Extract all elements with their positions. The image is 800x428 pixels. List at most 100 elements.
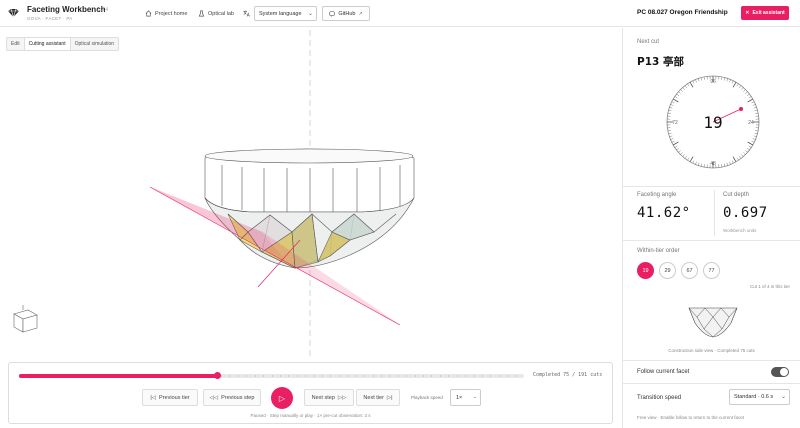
progress-thumb[interactable] [214,372,222,379]
toggle-knob [780,368,788,376]
next-cut-code: P13 亭部 [637,56,684,68]
progress-track[interactable] [19,372,524,379]
next-step-button[interactable]: Next step ▷▷ [304,389,354,406]
app-header: Faceting Workbench 3.3.4 GOVA · FACET · … [0,0,800,27]
order-chip[interactable]: 67 [681,262,698,279]
github-label: GitHub [338,10,356,17]
playback-speed-label: Playback speed [411,395,443,400]
order-chip[interactable]: 29 [659,262,676,279]
cut-details-panel: Next cut P13 亭部 96 24 48 72 19 Faceting … [623,28,800,428]
track-tick [465,375,467,377]
exit-assistant-button[interactable]: ✕ Exit assistant [741,6,789,20]
nav-project-home[interactable]: Project home [145,10,187,17]
progress-fill [19,374,218,378]
transition-speed-select[interactable]: Standard · 0.6 s ⌄ [729,389,790,405]
track-tick [364,375,366,377]
track-tick [288,375,290,377]
track-tick [372,375,374,377]
metric-divider [714,190,715,236]
play-button[interactable]: ▷ [271,387,293,409]
dial-tick-label: 96 [710,79,716,85]
track-tick [296,375,298,377]
nav-optical-lab[interactable]: Optical lab [198,10,234,17]
track-tick [279,375,281,377]
track-tick [431,375,433,377]
follow-facet-label: Follow current facet [637,369,690,375]
app-subtitle: GOVA · FACET · PA [27,16,73,21]
home-icon [145,10,152,17]
next-cut-label: Next cut [637,39,660,45]
order-chip[interactable]: 19 [637,262,654,279]
follow-facet-toggle[interactable] [771,367,789,377]
gem-scene[interactable] [0,28,622,362]
dial-tick-label: 48 [710,161,716,167]
language-select[interactable]: System language ⌄ [254,6,317,21]
track-tick [237,375,239,377]
cut-depth-unit: Workbench units [723,228,757,233]
track-tick [481,375,483,377]
track-tick [246,375,248,377]
track-tick [313,375,315,377]
divider [623,240,800,241]
language-select-value: System language [259,10,302,17]
close-icon: ✕ [745,10,750,16]
track-tick [330,375,332,377]
track-tick [448,375,450,377]
track-tick [380,375,382,377]
completed-count: Completed 75 / 191 cuts [533,372,603,378]
track-tick [490,375,492,377]
order-label: Within-tier order [637,248,680,254]
track-tick [473,375,475,377]
track-tick [271,375,273,377]
flask-icon [198,10,205,17]
translate-icon [243,10,250,17]
track-tick [423,375,424,377]
tab-cutting-assistant[interactable]: Cutting assistant [23,38,71,50]
step-forward-icon: ▷▷ [337,394,347,401]
transition-speed-value: Standard · 0.6 s [734,394,774,400]
github-button[interactable]: GitHub ↗ [322,6,370,21]
playback-controls: Completed 75 / 191 cuts |◁ Previous tier… [8,362,613,424]
next-step-label: Next step [311,394,335,401]
previous-step-button[interactable]: ◁◁ Previous step [203,389,261,406]
playback-status: Paused · Step manually or play · 1× pre-… [250,413,371,418]
next-tier-button[interactable]: Next tier ▷| [356,389,400,406]
track-tick [498,375,500,377]
play-icon: ▷ [278,393,286,403]
tab-edit[interactable]: Edit [7,38,24,50]
track-tick [397,375,399,377]
divider [623,186,800,187]
previous-tier-button[interactable]: |◁ Previous tier [142,389,198,406]
track-tick [221,375,222,377]
divider [623,383,800,384]
track-tick [389,375,391,377]
design-title: PC 08.027 Oregon Friendship [637,9,728,16]
chevron-down-icon: ⌄ [307,11,313,17]
chevron-down-icon: ⌄ [472,394,477,400]
nav-optical-lab-label: Optical lab [208,10,234,17]
track-tick [515,375,517,377]
track-tick [347,375,349,377]
skip-back-icon: |◁ [150,394,157,401]
track-tick [305,375,307,377]
gem-logo-icon [8,8,19,18]
dial-index-value: 19 [703,113,722,132]
free-view-footnote: Free view · Enable follow to return to t… [637,415,745,420]
previous-tier-label: Previous tier [159,394,190,401]
cut-note: Cut 1 of 4 in this tier [749,284,790,289]
tab-optical-simulation[interactable]: Optical simulation [71,38,118,50]
index-dial: 96 24 48 72 19 [666,75,760,169]
github-icon [329,10,335,17]
mode-tabs: Edit Cutting assistant Optical simulatio… [6,37,120,51]
exit-assistant-label: Exit assistant [752,10,785,16]
external-link-icon: ↗ [358,10,363,17]
order-chip[interactable]: 77 [703,262,720,279]
track-tick [507,375,509,377]
track-tick [414,375,416,377]
playback-speed-select[interactable]: 1× ⌄ [450,389,481,406]
chevron-down-icon: ⌄ [780,394,786,400]
track-tick [355,375,357,377]
nav-project-home-label: Project home [155,10,188,17]
faceting-angle-value: 41.62° [637,205,691,221]
construction-side-view [688,307,738,338]
